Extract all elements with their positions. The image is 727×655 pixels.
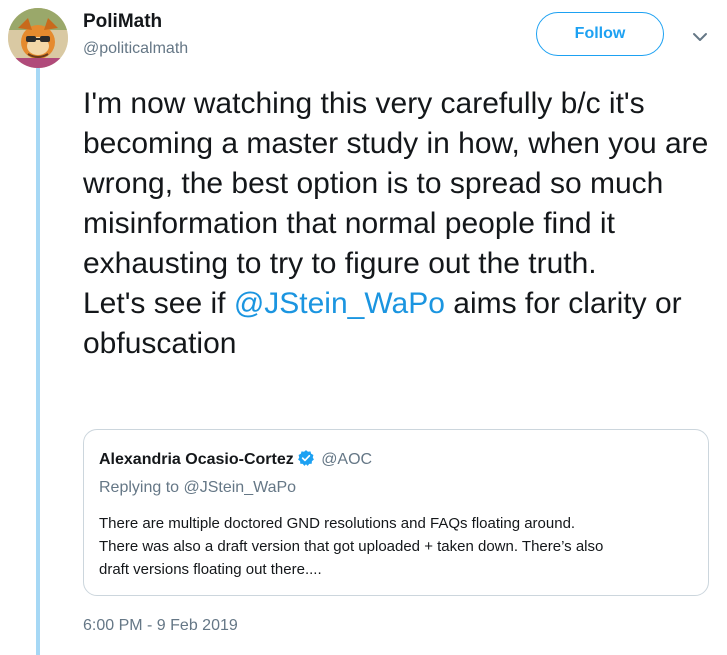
tweet-text-main: I'm now watching this very carefully b/c…: [83, 87, 709, 320]
tweet-timestamp[interactable]: 6:00 PM - 9 Feb 2019: [83, 617, 238, 635]
quoted-tweet-card[interactable]: Alexandria Ocasio-Cortez @AOC Replying t…: [83, 429, 709, 596]
quoted-tweet-text: There are multiple doctored GND resoluti…: [99, 515, 604, 578]
mention-link[interactable]: @JStein_WaPo: [234, 287, 445, 320]
tweet-text: I'm now watching this very carefully b/c…: [83, 84, 723, 364]
quoted-author-name[interactable]: Alexandria Ocasio-Cortez: [99, 451, 294, 468]
avatar[interactable]: [8, 8, 68, 68]
avatar-image: [8, 8, 68, 68]
chevron-down-icon[interactable]: [690, 27, 710, 47]
quoted-author-handle[interactable]: @AOC: [321, 451, 372, 468]
follow-button[interactable]: Follow: [536, 12, 664, 56]
thread-connector-line: [36, 68, 40, 655]
quoted-author-line: Alexandria Ocasio-Cortez @AOC: [99, 449, 372, 469]
verified-badge-icon: [297, 450, 314, 466]
replying-to-label: Replying to @JStein_WaPo: [99, 479, 297, 496]
author-handle[interactable]: @politicalmath: [83, 40, 188, 58]
author-name[interactable]: PoliMath: [83, 11, 162, 33]
